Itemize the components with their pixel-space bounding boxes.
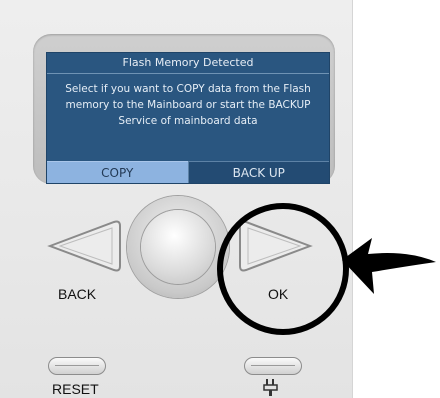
display-screen: Flash Memory Detected Select if you want… bbox=[46, 52, 330, 184]
back-button[interactable] bbox=[44, 218, 122, 274]
plug-icon bbox=[263, 379, 278, 396]
device-panel: Flash Memory Detected Select if you want… bbox=[0, 0, 353, 398]
service-button[interactable] bbox=[244, 357, 302, 375]
screen-softkeys: COPY BACK UP bbox=[47, 161, 329, 183]
rotary-knob[interactable] bbox=[127, 196, 229, 298]
screen-title: Flash Memory Detected bbox=[47, 53, 329, 74]
arrow-pointing-left-icon bbox=[342, 238, 436, 294]
back-label: BACK bbox=[58, 286, 97, 302]
ok-highlight-circle bbox=[217, 203, 349, 335]
knob-center bbox=[141, 210, 215, 284]
copy-softkey[interactable]: COPY bbox=[47, 161, 188, 183]
reset-label: RESET bbox=[52, 381, 99, 397]
reset-button[interactable] bbox=[48, 357, 106, 375]
screen-message: Select if you want to COPY data from the… bbox=[65, 83, 311, 127]
backup-softkey[interactable]: BACK UP bbox=[187, 161, 329, 183]
